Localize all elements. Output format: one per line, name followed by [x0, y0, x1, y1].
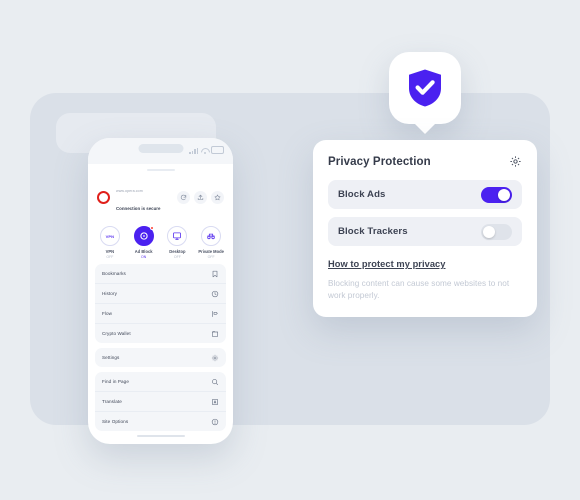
setting-label: Block Trackers — [338, 226, 408, 237]
setting-label: Block Ads — [338, 189, 386, 200]
privacy-helper-text: Blocking content can cause some websites… — [328, 279, 510, 300]
desktop-icon — [167, 226, 188, 246]
url-text-block: www.opera.com Connection is secure — [116, 179, 177, 215]
menu-item-label: History — [102, 291, 117, 296]
menu-item-label: Find in Page — [102, 379, 129, 384]
info-icon — [211, 418, 219, 426]
share-button[interactable] — [194, 190, 207, 204]
quick-toggle-status: OFF — [173, 255, 181, 259]
menu-item-site-options[interactable]: Site Options — [95, 412, 226, 431]
url-value: www.opera.com — [116, 189, 143, 193]
phone-notch — [138, 144, 183, 153]
opera-logo-icon — [97, 190, 110, 204]
quick-toggle-row: VPN VPN OFF Ad Block ON Desktop OFF Priv… — [88, 219, 233, 264]
shield-badge — [389, 52, 461, 124]
quick-toggle-private-mode[interactable]: Private Mode OFF — [195, 226, 227, 260]
page-title: Privacy Protection — [328, 155, 431, 168]
phone-status-bar — [88, 138, 233, 164]
home-indicator — [136, 435, 185, 437]
toggle-knob — [498, 188, 510, 201]
privacy-help-link[interactable]: How to protect my privacy — [328, 259, 446, 269]
quick-toggle-vpn[interactable]: VPN VPN OFF — [94, 226, 126, 260]
menu-item-label: Crypto Wallet — [102, 331, 131, 336]
menu-item-crypto-wallet[interactable]: Crypto Wallet — [95, 324, 226, 343]
menu-item-label: Translate — [102, 399, 122, 404]
quick-toggle-status: OFF — [207, 255, 215, 259]
illustration-stage: www.opera.com Connection is secure VPN V… — [0, 0, 580, 500]
block-ads-toggle[interactable] — [481, 186, 512, 203]
menu-item-translate[interactable]: Translate — [95, 392, 226, 412]
menu-item-history[interactable]: History — [95, 284, 226, 304]
setting-row-block-trackers[interactable]: Block Trackers — [328, 217, 522, 246]
menu-group-settings: Settings — [95, 348, 226, 367]
bookmark-star-button[interactable] — [211, 190, 224, 204]
notification-dot-icon — [149, 226, 154, 230]
toggle-knob — [483, 225, 495, 238]
reload-button[interactable] — [177, 190, 190, 204]
flow-icon — [211, 310, 219, 318]
battery-icon — [211, 146, 224, 154]
wifi-icon — [201, 148, 208, 154]
menu-item-label: Flow — [102, 311, 113, 316]
translate-icon — [211, 398, 219, 406]
menu-item-flow[interactable]: Flow — [95, 304, 226, 324]
menu-item-label: Site Options — [102, 419, 129, 424]
vpn-icon-text: VPN — [105, 233, 115, 239]
block-trackers-toggle[interactable] — [481, 223, 512, 240]
menu-item-bookmarks[interactable]: Bookmarks — [95, 264, 226, 284]
clock-icon — [211, 290, 219, 298]
popover-header: Privacy Protection — [328, 155, 522, 168]
menu-item-settings[interactable]: Settings — [95, 348, 226, 367]
quick-toggle-status: OFF — [106, 255, 114, 259]
menu-item-label: Settings — [102, 355, 120, 360]
wallet-icon — [211, 330, 219, 338]
search-icon — [211, 378, 219, 386]
url-action-buttons — [177, 190, 224, 204]
gear-icon — [211, 354, 219, 362]
private-mode-icon — [201, 226, 222, 246]
ad-block-icon — [133, 226, 154, 246]
phone-menu-list: Bookmarks History Flow Crypto Wallet Set… — [88, 264, 233, 431]
phone-url-bar[interactable]: www.opera.com Connection is secure — [88, 171, 233, 219]
signal-bars-icon — [189, 147, 198, 154]
shield-check-icon — [409, 69, 441, 107]
quick-toggle-ad-block[interactable]: Ad Block ON — [128, 226, 160, 260]
setting-row-block-ads[interactable]: Block Ads — [328, 180, 522, 209]
quick-toggle-status: ON — [141, 255, 147, 259]
status-icons — [189, 146, 224, 154]
vpn-icon: VPN — [99, 226, 120, 246]
bookmark-icon — [211, 270, 219, 278]
menu-group-primary: Bookmarks History Flow Crypto Wallet — [95, 264, 226, 343]
gear-icon[interactable] — [509, 155, 522, 168]
quick-toggle-desktop[interactable]: Desktop OFF — [161, 226, 193, 260]
menu-item-find-in-page[interactable]: Find in Page — [95, 372, 226, 392]
menu-item-label: Bookmarks — [102, 271, 126, 276]
privacy-protection-popover: Privacy Protection Block Ads Block Track… — [313, 140, 537, 317]
connection-status-text: Connection is secure — [116, 206, 161, 211]
menu-group-tools: Find in Page Translate Site Options — [95, 372, 226, 431]
phone-mockup: www.opera.com Connection is secure VPN V… — [88, 138, 233, 444]
